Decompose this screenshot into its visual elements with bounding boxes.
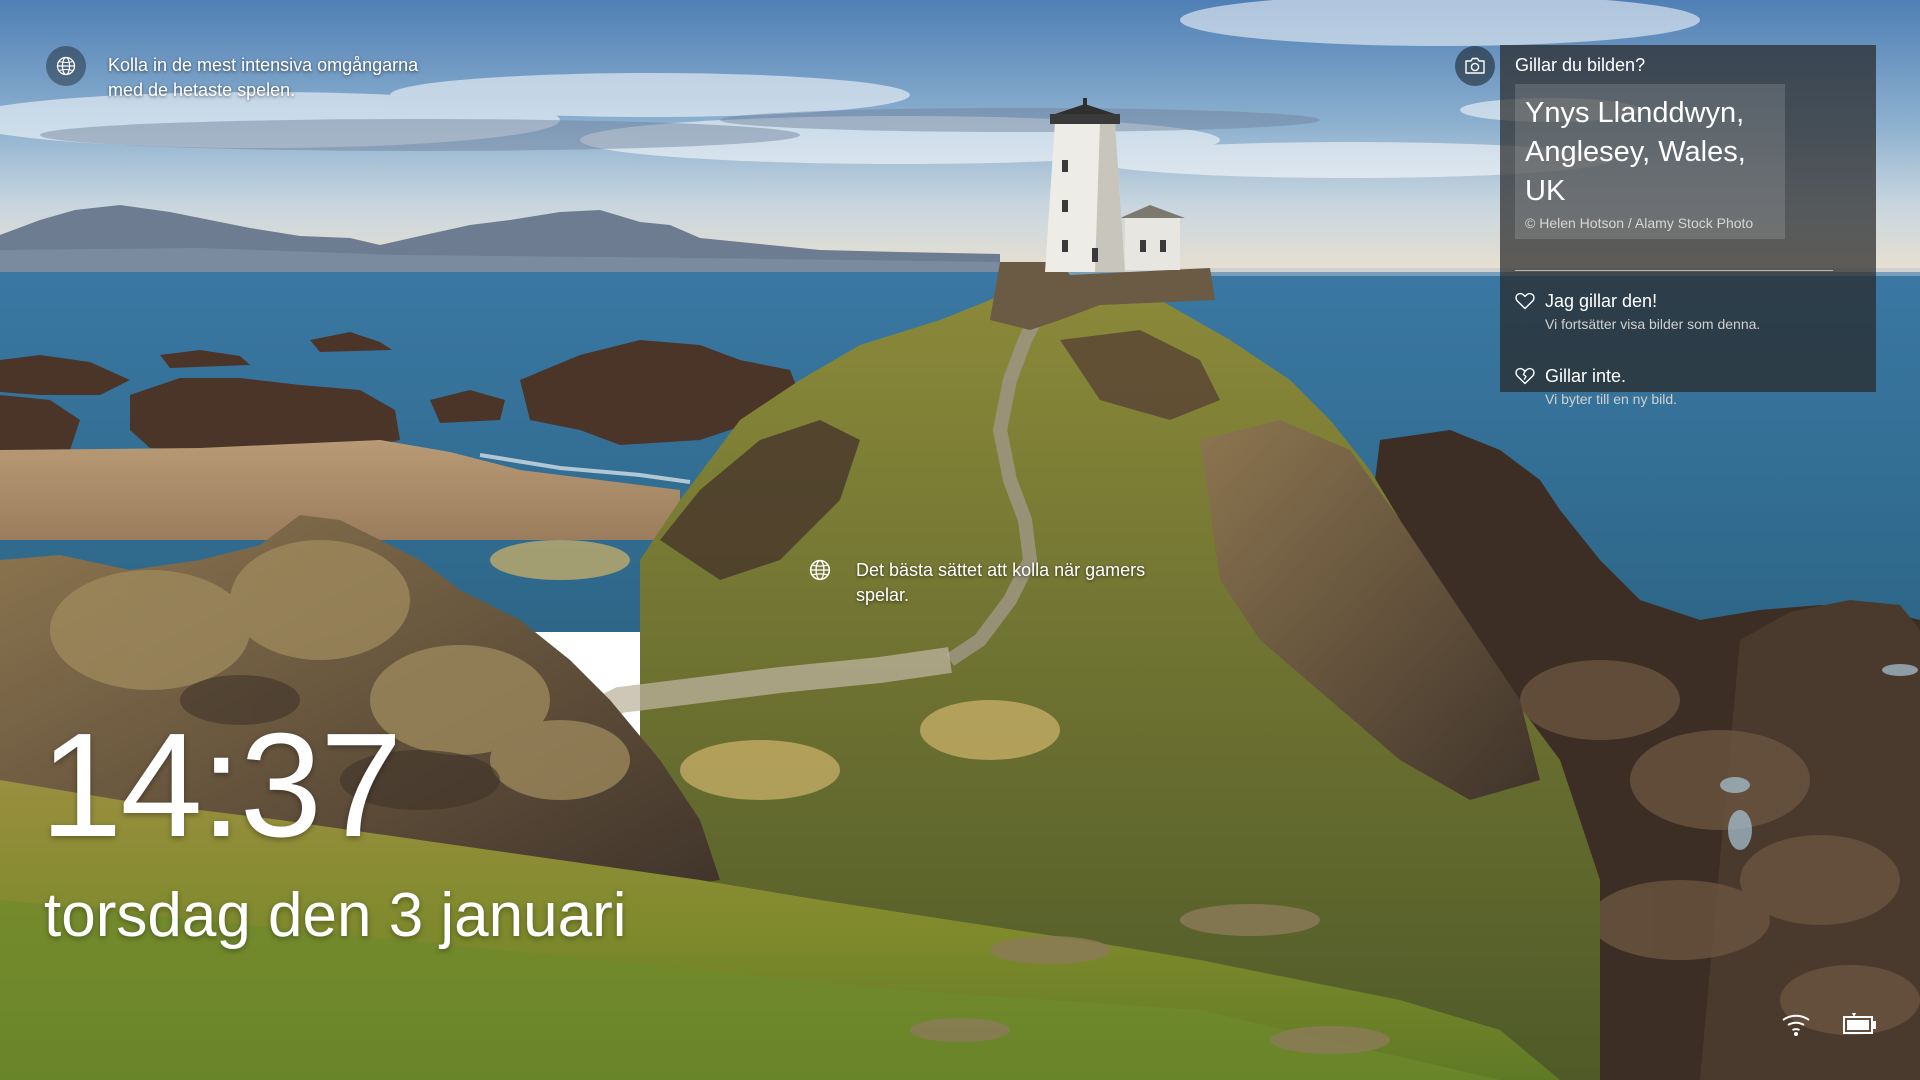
spotlight-top-text[interactable]: Kolla in de mest intensiva omgångarna me… — [108, 53, 448, 103]
spotlight-mid-text[interactable]: Det bästa sättet att kolla när gamers sp… — [856, 558, 1176, 608]
image-location-link[interactable]: Ynys Llanddwyn, Anglesey, Wales, UK © He… — [1515, 84, 1785, 239]
like-label[interactable]: Jag gillar den! — [1545, 289, 1760, 313]
lock-screen-date: torsdag den 3 januari — [44, 881, 627, 950]
lock-screen-time: 14:37 — [40, 703, 402, 868]
spotlight-hotspot-mid[interactable]: Det bästa sättet att kolla när gamers sp… — [806, 556, 1176, 608]
dislike-option[interactable]: Gillar inte. Vi byter till en ny bild. — [1515, 364, 1862, 409]
battery-icon[interactable] — [1842, 1010, 1878, 1038]
broken-heart-icon — [1515, 367, 1535, 385]
location-title[interactable]: Ynys Llanddwyn, Anglesey, Wales, UK — [1525, 94, 1775, 211]
panel-heading: Gillar du bilden? — [1515, 55, 1646, 75]
like-option[interactable]: Jag gillar den! Vi fortsätter visa bilde… — [1515, 289, 1862, 334]
spotlight-hotspot-top[interactable]: Kolla in de mest intensiva omgångarna me… — [46, 46, 448, 103]
wifi-icon[interactable] — [1779, 1006, 1813, 1040]
heart-icon — [1515, 292, 1535, 310]
panel-divider — [1515, 270, 1833, 271]
dislike-label[interactable]: Gillar inte. — [1545, 364, 1677, 388]
photo-credit: © Helen Hotson / Alamy Stock Photo — [1525, 215, 1754, 231]
globe-icon[interactable] — [46, 46, 86, 86]
camera-icon[interactable] — [1455, 46, 1495, 86]
dislike-subtext: Vi byter till en ny bild. — [1545, 391, 1678, 407]
like-subtext: Vi fortsätter visa bilder som denna. — [1545, 316, 1761, 332]
globe-icon[interactable] — [806, 556, 834, 584]
spotlight-feedback-panel: Gillar du bilden? Ynys Llanddwyn, Angles… — [1500, 45, 1876, 407]
